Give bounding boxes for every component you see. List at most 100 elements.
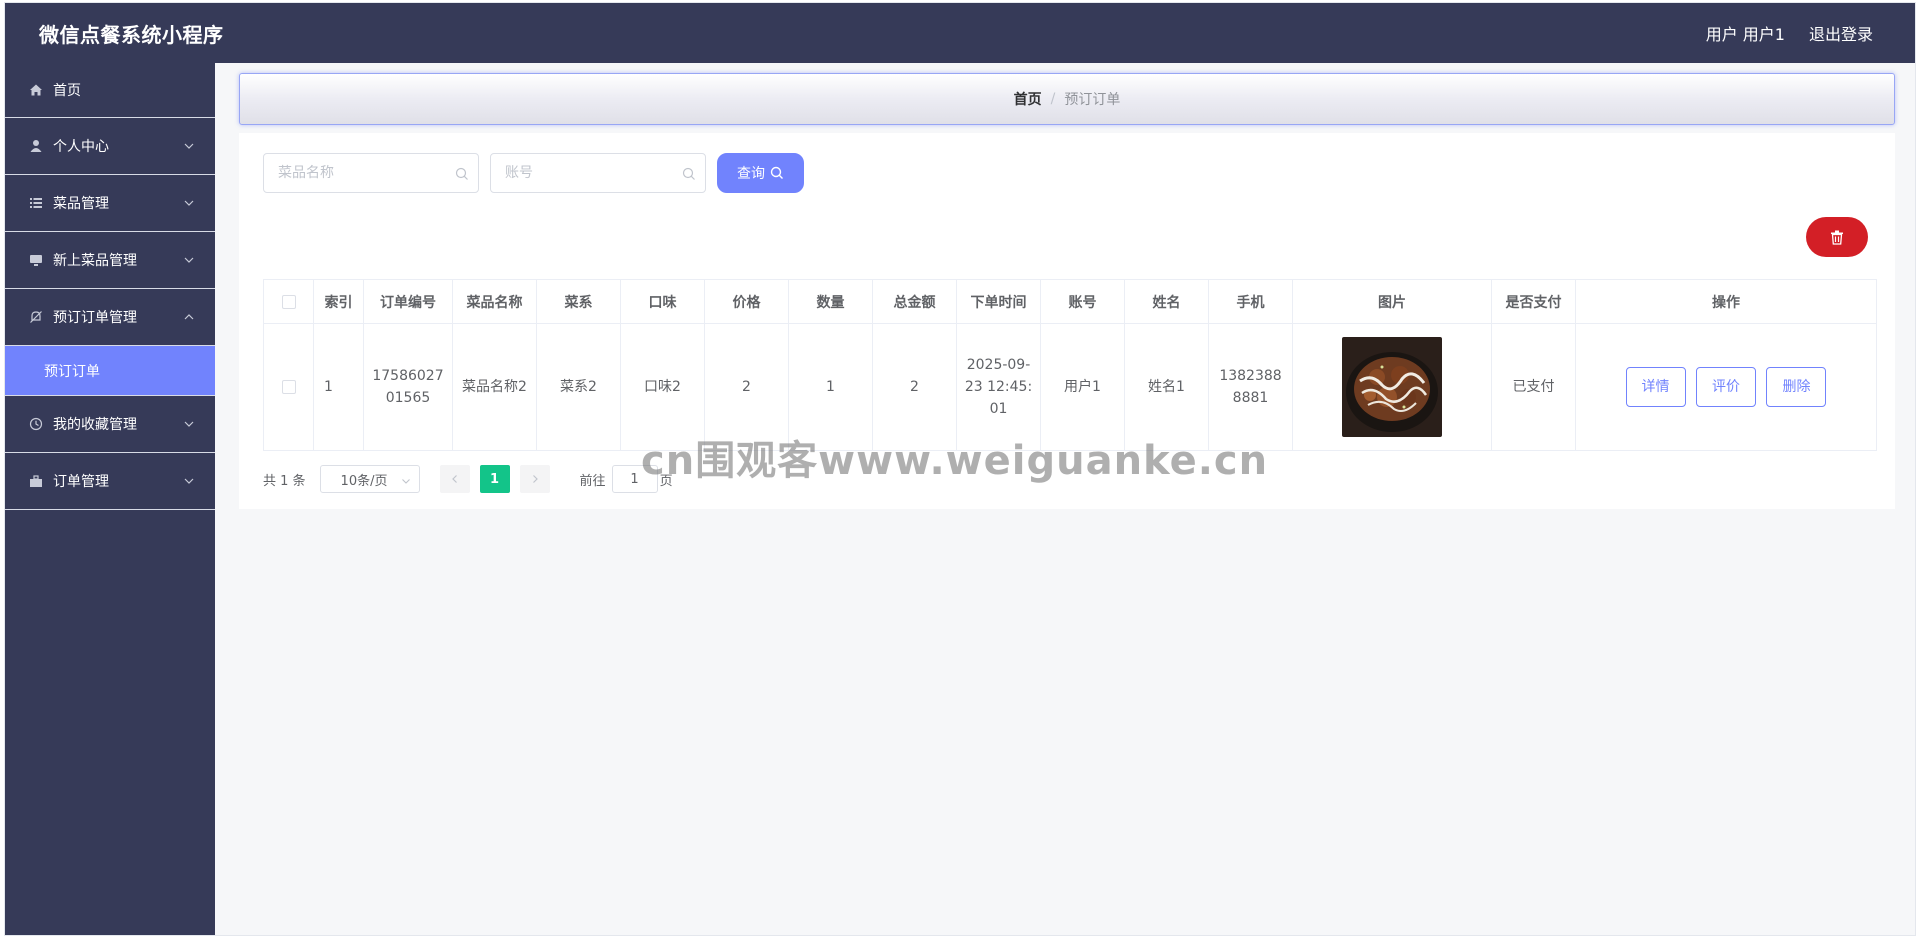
cell-phone: 13823888881 [1208, 323, 1293, 451]
cell-cuisine: 菜系2 [536, 323, 621, 451]
cell-name: 姓名1 [1124, 323, 1209, 451]
sidebar-item-dish-management[interactable]: 菜品管理 [5, 175, 215, 232]
detail-button[interactable]: 详情 [1625, 367, 1686, 407]
sidebar-item-label: 新上菜品管理 [53, 253, 137, 269]
sidebar-item-booking-order-management[interactable]: 预订订单管理 [5, 289, 215, 346]
app-title: 微信点餐系统小程序 [39, 22, 224, 47]
dish-image[interactable] [1342, 337, 1442, 437]
home-icon [29, 83, 43, 97]
sidebar-item-label: 预订订单管理 [53, 310, 137, 326]
sidebar-item-order-management[interactable]: 订单管理 [5, 453, 215, 510]
column-header: 手机 [1208, 279, 1293, 324]
sidebar-item-favorites-management[interactable]: 我的收藏管理 [5, 396, 215, 453]
account-search-input[interactable] [490, 153, 706, 193]
chevron-down-icon [183, 197, 195, 209]
orders-table: 索引 订单编号 菜品名称 菜系 口味 价格 数量 总金额 下单时间 账号 姓名 … [263, 279, 1877, 451]
page-number-1[interactable]: 1 [479, 465, 510, 493]
review-button[interactable]: 评价 [1696, 367, 1756, 407]
sidebar-item-personal-center[interactable]: 个人中心 [5, 118, 215, 175]
sidebar-item-label: 菜品管理 [53, 196, 109, 212]
column-header: 下单时间 [956, 279, 1041, 324]
cell-total: 2 [872, 323, 957, 451]
chevron-up-icon [183, 311, 195, 323]
query-button-label: 查询 [737, 166, 765, 182]
chevron-down-icon [401, 475, 411, 485]
select-all-checkbox[interactable] [281, 294, 296, 309]
goto-label: 前往 [579, 473, 606, 489]
column-header: 操作 [1575, 279, 1877, 324]
search-icon [455, 166, 469, 180]
cell-flavor: 口味2 [620, 323, 705, 451]
column-header: 口味 [620, 279, 705, 324]
page-size-select[interactable]: 10条/页 [319, 465, 420, 493]
briefcase-icon [29, 474, 43, 488]
search-icon [770, 166, 784, 180]
goto-unit: 页 [659, 473, 673, 489]
column-header: 数量 [788, 279, 873, 324]
table-header-row: 索引 订单编号 菜品名称 菜系 口味 价格 数量 总金额 下单时间 账号 姓名 … [263, 279, 1877, 324]
select-all-cell [263, 279, 314, 324]
current-user-label: 用户 用户1 [1705, 25, 1785, 44]
chevron-down-icon [183, 140, 195, 152]
clock-icon [29, 417, 43, 431]
sidebar-item-label: 我的收藏管理 [53, 417, 137, 433]
batch-delete-button[interactable] [1806, 217, 1868, 257]
breadcrumb: 首页 / 预订订单 [239, 73, 1895, 125]
cell-quantity: 1 [788, 323, 873, 451]
chevron-right-icon [530, 474, 540, 484]
sidebar-item-home[interactable]: 首页 [5, 63, 215, 118]
column-header: 菜系 [536, 279, 621, 324]
monitor-icon [29, 253, 43, 267]
user-icon [29, 139, 43, 153]
delete-button[interactable]: 删除 [1766, 367, 1827, 407]
app-frame: 微信点餐系统小程序 用户 用户1 退出登录 首页 个人中心 菜品管理 新上菜品管… [4, 2, 1916, 936]
page-size-value: 10条/页 [340, 473, 388, 489]
cell-account: 用户1 [1040, 323, 1125, 451]
cell-paid-status: 已支付 [1491, 323, 1576, 451]
column-header: 图片 [1292, 279, 1492, 324]
column-header: 订单编号 [363, 279, 453, 324]
sidebar-subitem-booking-order[interactable]: 预订订单 [5, 346, 215, 396]
search-icon [682, 166, 696, 180]
dish-name-search-input[interactable] [263, 153, 479, 193]
sidebar-item-new-dish-management[interactable]: 新上菜品管理 [5, 232, 215, 289]
breadcrumb-separator: / [1050, 91, 1056, 107]
row-select-cell [263, 323, 314, 451]
column-header: 是否支付 [1491, 279, 1576, 324]
breadcrumb-home[interactable]: 首页 [1014, 89, 1042, 109]
cell-order-time: 2025-09-23 12:45:01 [956, 323, 1041, 451]
sidebar-item-label: 个人中心 [53, 139, 109, 155]
cell-index: 1 [313, 323, 364, 451]
chevron-left-icon [450, 474, 460, 484]
prev-page-button[interactable] [439, 465, 470, 493]
top-bar: 微信点餐系统小程序 用户 用户1 退出登录 [5, 3, 1915, 63]
bell-off-icon [29, 310, 43, 324]
column-header: 索引 [313, 279, 364, 324]
next-page-button[interactable] [519, 465, 550, 493]
column-header: 价格 [704, 279, 789, 324]
cell-dish-name: 菜品名称2 [452, 323, 537, 451]
column-header: 菜品名称 [452, 279, 537, 324]
cell-image [1292, 323, 1492, 451]
query-button[interactable]: 查询 [717, 153, 804, 193]
breadcrumb-current: 预订订单 [1064, 92, 1121, 108]
cell-price: 2 [704, 323, 789, 451]
content-panel: 查询 索引 订单编号 菜品名称 菜系 口味 [239, 133, 1895, 509]
top-right-area: 用户 用户1 退出登录 [1706, 21, 1873, 45]
pagination-total: 共 1 条 [263, 473, 306, 489]
cell-order-no: 1758602701565 [363, 323, 453, 451]
logout-link[interactable]: 退出登录 [1809, 21, 1873, 45]
column-header: 账号 [1040, 279, 1125, 324]
column-header: 姓名 [1124, 279, 1209, 324]
table-row: 1 1758602701565 菜品名称2 菜系2 口味2 2 1 2 2025… [263, 323, 1877, 451]
goto-page-input[interactable] [611, 465, 658, 493]
sidebar: 首页 个人中心 菜品管理 新上菜品管理 预订订单管理 预订订单 我的收藏管理 订… [5, 63, 215, 935]
pagination: 共 1 条 10条/页 1 前往 页 [263, 465, 673, 493]
cell-actions: 详情 评价 删除 [1575, 323, 1877, 451]
list-icon [29, 196, 43, 210]
chevron-down-icon [183, 418, 195, 430]
sidebar-item-label: 首页 [53, 83, 81, 99]
row-checkbox[interactable] [281, 380, 296, 394]
column-header: 总金额 [872, 279, 957, 324]
chevron-down-icon [183, 254, 195, 266]
